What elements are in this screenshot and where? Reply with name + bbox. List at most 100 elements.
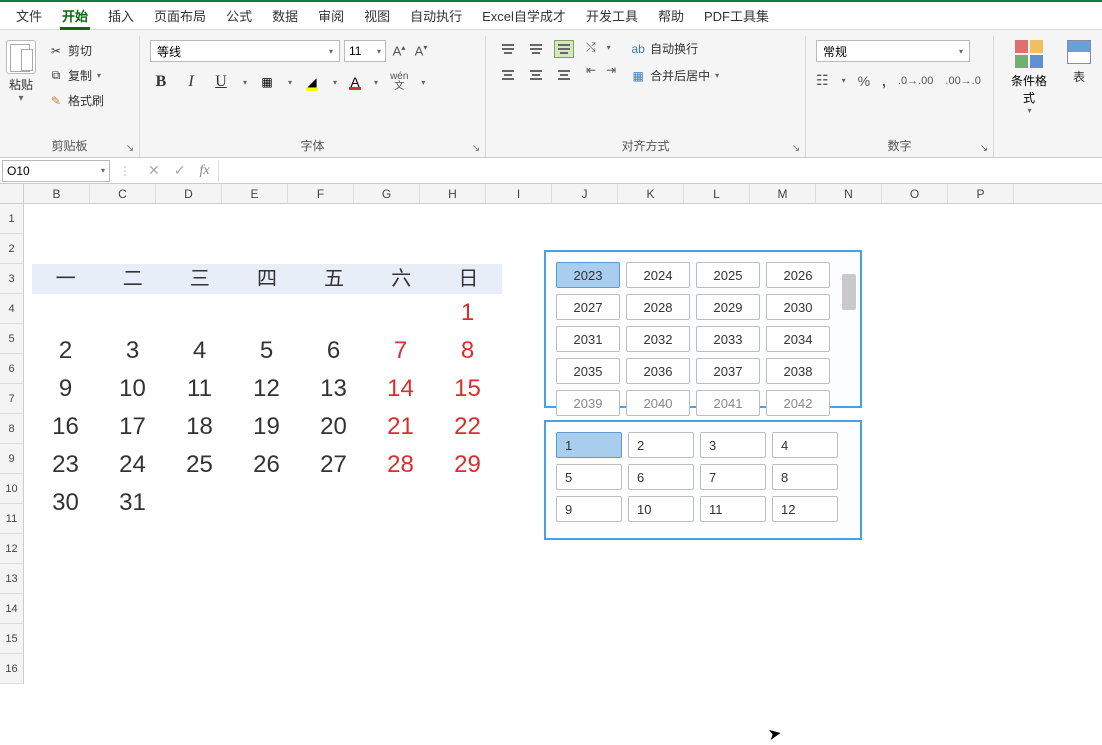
col-header[interactable]: B xyxy=(24,184,90,203)
row-header[interactable]: 4 xyxy=(0,294,23,324)
month-slicer-item[interactable]: 2 xyxy=(628,432,694,458)
table-format-icon[interactable] xyxy=(1067,40,1091,64)
row-header[interactable]: 2 xyxy=(0,234,23,264)
col-header[interactable]: E xyxy=(222,184,288,203)
font-launcher[interactable]: ↘ xyxy=(469,141,483,155)
menu-developer[interactable]: 开发工具 xyxy=(576,1,648,29)
chevron-down-icon[interactable]: ▾ xyxy=(842,76,846,85)
col-header[interactable]: L xyxy=(684,184,750,203)
increase-decimal-button[interactable]: .0→.00 xyxy=(898,75,933,87)
year-slicer-item[interactable]: 2032 xyxy=(626,326,690,352)
row-header[interactable]: 5 xyxy=(0,324,23,354)
underline-button[interactable]: U xyxy=(212,73,230,91)
year-slicer-item[interactable]: 2023 xyxy=(556,262,620,288)
enter-formula-button[interactable]: ✓ xyxy=(174,162,186,179)
increase-indent-button[interactable]: ⇥ xyxy=(606,63,616,77)
number-launcher[interactable]: ↘ xyxy=(977,141,991,155)
menu-page-layout[interactable]: 页面布局 xyxy=(144,1,216,29)
col-header[interactable]: N xyxy=(816,184,882,203)
name-box[interactable]: O10 ▾ xyxy=(2,160,110,182)
year-slicer-item[interactable]: 2031 xyxy=(556,326,620,352)
fill-color-button[interactable]: ◢ xyxy=(304,74,320,91)
font-size-select[interactable]: 11 ▾ xyxy=(344,40,386,62)
month-slicer-item[interactable]: 8 xyxy=(772,464,838,490)
row-header[interactable]: 3 xyxy=(0,264,23,294)
align-bottom-button[interactable] xyxy=(554,40,574,58)
decrease-font-button[interactable]: A▾ xyxy=(412,43,430,58)
decrease-decimal-button[interactable]: .00→.0 xyxy=(945,75,980,87)
year-slicer-item[interactable]: 2037 xyxy=(696,358,760,384)
month-slicer-item[interactable]: 11 xyxy=(700,496,766,522)
col-header[interactable]: J xyxy=(552,184,618,203)
font-color-button[interactable]: A xyxy=(349,75,361,90)
copy-button[interactable]: ⧉ 复制 ▾ xyxy=(48,67,104,84)
conditional-format-button[interactable]: 条件格式 ▾ xyxy=(1000,38,1058,117)
year-slicer-item[interactable]: 2033 xyxy=(696,326,760,352)
chevron-down-icon[interactable]: ▾ xyxy=(607,43,611,52)
row-header[interactable]: 14 xyxy=(0,594,23,624)
month-slicer-item[interactable]: 4 xyxy=(772,432,838,458)
month-slicer-item[interactable]: 12 xyxy=(772,496,838,522)
chevron-down-icon[interactable]: ▾ xyxy=(243,78,247,87)
menu-home[interactable]: 开始 xyxy=(52,1,98,29)
decrease-indent-button[interactable]: ⇤ xyxy=(586,63,596,77)
bold-button[interactable]: B xyxy=(152,73,170,91)
menu-automate[interactable]: 自动执行 xyxy=(400,1,472,29)
row-header[interactable]: 6 xyxy=(0,354,23,384)
increase-font-button[interactable]: A▴ xyxy=(390,43,408,58)
accounting-format-button[interactable]: ☷ xyxy=(816,72,829,89)
year-slicer-item[interactable]: 2028 xyxy=(626,294,690,320)
year-slicer-item[interactable]: 2038 xyxy=(766,358,830,384)
row-header[interactable]: 1 xyxy=(0,204,23,234)
align-center-button[interactable] xyxy=(526,66,546,84)
row-header[interactable]: 12 xyxy=(0,534,23,564)
col-header[interactable]: G xyxy=(354,184,420,203)
col-header[interactable]: C xyxy=(90,184,156,203)
row-header[interactable]: 11 xyxy=(0,504,23,534)
col-header[interactable]: H xyxy=(420,184,486,203)
row-header[interactable]: 15 xyxy=(0,624,23,654)
year-slicer-item[interactable]: 2034 xyxy=(766,326,830,352)
comma-button[interactable]: , xyxy=(882,73,886,89)
wrap-text-button[interactable]: ab 自动换行 xyxy=(630,40,719,57)
month-slicer-item[interactable]: 5 xyxy=(556,464,622,490)
chevron-down-icon[interactable]: ▾ xyxy=(374,78,378,87)
menu-help[interactable]: 帮助 xyxy=(648,1,694,29)
paste-button[interactable]: 粘贴 xyxy=(9,76,33,93)
year-slicer-item[interactable]: 2039 xyxy=(556,390,620,416)
month-slicer-item[interactable]: 3 xyxy=(700,432,766,458)
year-slicer-item[interactable]: 2030 xyxy=(766,294,830,320)
row-header[interactable]: 7 xyxy=(0,384,23,414)
row-header[interactable]: 8 xyxy=(0,414,23,444)
month-slicer-item[interactable]: 9 xyxy=(556,496,622,522)
number-format-select[interactable]: 常规 ▾ xyxy=(816,40,970,62)
paste-icon[interactable] xyxy=(6,40,36,74)
month-slicer-item[interactable]: 1 xyxy=(556,432,622,458)
percent-button[interactable]: % xyxy=(858,73,870,89)
col-header[interactable]: K xyxy=(618,184,684,203)
col-header[interactable]: O xyxy=(882,184,948,203)
col-header[interactable]: F xyxy=(288,184,354,203)
month-slicer-item[interactable]: 6 xyxy=(628,464,694,490)
clipboard-launcher[interactable]: ↘ xyxy=(123,141,137,155)
year-slicer-item[interactable]: 2035 xyxy=(556,358,620,384)
align-right-button[interactable] xyxy=(554,66,574,84)
slicer-scrollbar[interactable] xyxy=(842,260,856,398)
chevron-down-icon[interactable]: ▾ xyxy=(333,78,337,87)
format-painter-button[interactable]: ✎ 格式刷 xyxy=(48,92,104,109)
col-header[interactable]: I xyxy=(486,184,552,203)
font-name-select[interactable]: 等线 ▾ xyxy=(150,40,340,62)
align-left-button[interactable] xyxy=(498,66,518,84)
year-slicer-item[interactable]: 2025 xyxy=(696,262,760,288)
menu-review[interactable]: 审阅 xyxy=(308,1,354,29)
insert-function-button[interactable]: fx xyxy=(199,163,209,179)
phonetic-guide-button[interactable]: wén 文 xyxy=(390,72,408,92)
year-slicer-item[interactable]: 2029 xyxy=(696,294,760,320)
col-header[interactable]: D xyxy=(156,184,222,203)
month-slicer[interactable]: 123456789101112 xyxy=(544,420,862,540)
menu-formulas[interactable]: 公式 xyxy=(216,1,262,29)
year-slicer-item[interactable]: 2040 xyxy=(626,390,690,416)
worksheet-grid[interactable]: B C D E F G H I J K L M N O P 1 2 3 4 5 … xyxy=(0,184,1102,724)
row-header[interactable]: 16 xyxy=(0,654,23,684)
menu-custom-excel[interactable]: Excel自学成才 xyxy=(472,1,576,29)
